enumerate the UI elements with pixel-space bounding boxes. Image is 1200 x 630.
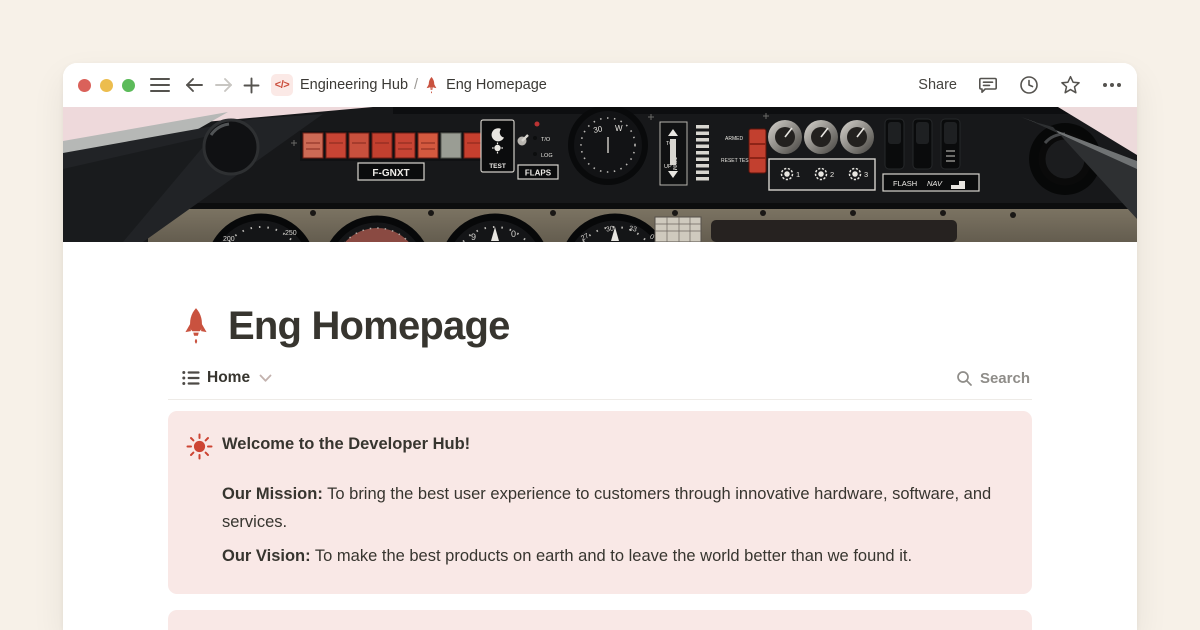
- svg-text:FLASH: FLASH: [893, 179, 917, 188]
- chevron-down-icon: [259, 374, 272, 383]
- tab-home[interactable]: Home: [182, 369, 272, 387]
- cover-compass: 30 W: [571, 108, 645, 182]
- cover-trim-indicator: TO TRIM UP: [660, 122, 687, 185]
- window-controls: [78, 79, 135, 92]
- sidebar-menu-icon[interactable]: [150, 77, 170, 93]
- svg-text:RESET TEST: RESET TEST: [721, 158, 752, 164]
- toolbar: </> Engineering Hub / Eng Homepage Share: [63, 63, 1137, 107]
- breadcrumb-separator: /: [414, 77, 418, 93]
- page-rocket-icon[interactable]: [180, 308, 212, 345]
- mission-paragraph: Our Mission: To bring the best user expe…: [222, 480, 1004, 536]
- forward-arrow-icon[interactable]: [215, 77, 233, 93]
- svg-text:TEST: TEST: [489, 163, 506, 170]
- list-view-icon: [182, 370, 200, 386]
- cover-flash-nav-placard: FLASH NAV: [883, 174, 979, 191]
- share-button[interactable]: Share: [918, 77, 957, 93]
- svg-text:NAV: NAV: [927, 179, 943, 188]
- resources-callout[interactable]: Other resources to reference when workin…: [168, 610, 1032, 630]
- svg-text:T/O: T/O: [541, 137, 551, 143]
- welcome-callout[interactable]: Welcome to the Developer Hub! Our Missio…: [168, 411, 1032, 594]
- gauge-mark: 0: [511, 229, 516, 239]
- welcome-heading: Welcome to the Developer Hub!: [222, 432, 1004, 456]
- svg-text:1: 1: [796, 170, 800, 179]
- updates-clock-icon[interactable]: [1019, 75, 1039, 95]
- svg-text:F-GNXT: F-GNXT: [372, 168, 409, 179]
- cover-registration-placard: F-GNXT: [358, 163, 424, 180]
- close-window-button[interactable]: [78, 79, 91, 92]
- view-tab-bar: Home Search: [168, 369, 1032, 400]
- vision-paragraph: Our Vision: To make the best products on…: [222, 542, 1004, 570]
- zoom-window-button[interactable]: [122, 79, 135, 92]
- page-title: Eng Homepage: [228, 304, 510, 349]
- svg-text:FLAPS: FLAPS: [525, 169, 552, 178]
- app-window: </> Engineering Hub / Eng Homepage Share: [63, 63, 1137, 630]
- breadcrumb-page[interactable]: Eng Homepage: [446, 77, 547, 93]
- svg-text:2: 2: [830, 170, 834, 179]
- svg-text:LOG: LOG: [541, 153, 553, 159]
- search-icon: [956, 370, 973, 387]
- sun-icon: [185, 433, 213, 460]
- page-title-row: Eng Homepage: [168, 304, 1032, 349]
- cover-warning-buttons: [300, 131, 491, 161]
- cover-flaps-placard: FLAPS: [518, 165, 558, 179]
- search-button[interactable]: Search: [956, 370, 1030, 387]
- minimize-window-button[interactable]: [100, 79, 113, 92]
- rocket-icon: [424, 77, 439, 94]
- gauge-mark: 200: [223, 236, 235, 242]
- tab-home-label: Home: [207, 369, 250, 387]
- gauge-mark: 250: [285, 230, 297, 237]
- breadcrumb-space[interactable]: Engineering Hub: [300, 77, 408, 93]
- space-code-icon[interactable]: </>: [271, 74, 293, 96]
- cover-image[interactable]: 250 200 9 0 27 30 33 0: [63, 107, 1137, 242]
- welcome-callout-text: Welcome to the Developer Hub! Our Missio…: [222, 432, 1004, 570]
- cover-test-panel: TEST: [481, 120, 514, 172]
- comments-icon[interactable]: [978, 75, 998, 95]
- back-arrow-icon[interactable]: [185, 77, 203, 93]
- cover-rocker-switches: [885, 119, 960, 169]
- more-options-icon[interactable]: [1102, 82, 1122, 88]
- new-page-icon[interactable]: [243, 77, 260, 94]
- search-label: Search: [980, 370, 1030, 387]
- gauge-mark: 9: [471, 232, 476, 242]
- page-content: Eng Homepage Home Search: [168, 242, 1032, 630]
- favorite-star-icon[interactable]: [1060, 75, 1081, 95]
- svg-text:ARMED: ARMED: [725, 136, 743, 142]
- cover-stripe-column: [696, 125, 709, 181]
- svg-text:3: 3: [864, 170, 868, 179]
- gauge-mark: 30: [606, 225, 615, 233]
- svg-text:W: W: [615, 124, 623, 133]
